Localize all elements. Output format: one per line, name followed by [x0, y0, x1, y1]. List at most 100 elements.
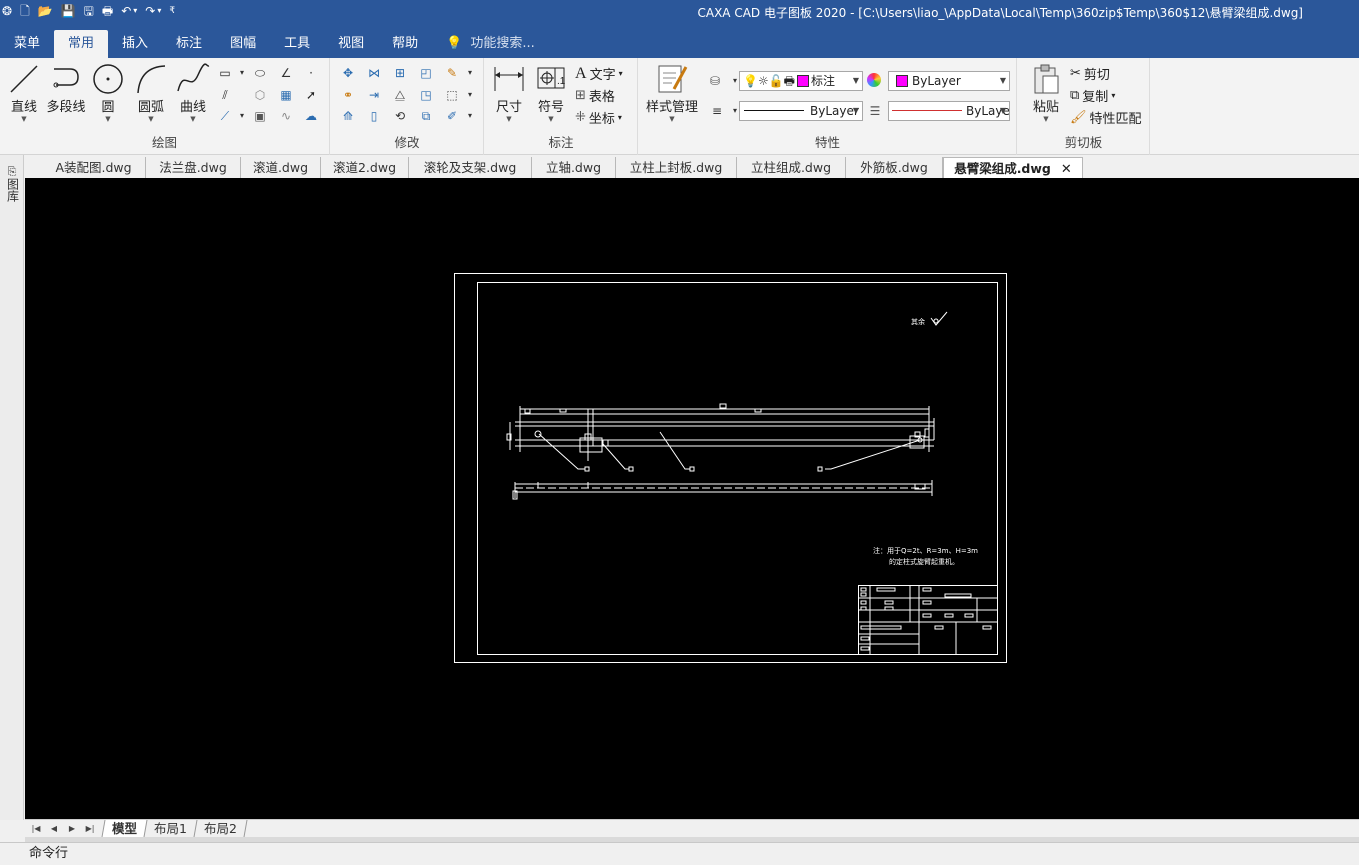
- doc-tab[interactable]: 滚道.dwg: [241, 157, 321, 178]
- chevron-down-icon: ▼: [852, 106, 859, 115]
- doc-tab[interactable]: 法兰盘.dwg: [146, 157, 241, 178]
- stretch-icon[interactable]: ▯: [366, 108, 382, 124]
- doc-tab[interactable]: 立柱上封板.dwg: [616, 157, 737, 178]
- revision-cloud-icon[interactable]: ☁: [303, 108, 319, 124]
- doc-tab[interactable]: 滚道2.dwg: [321, 157, 409, 178]
- explode-icon[interactable]: ⬚: [444, 87, 460, 103]
- layer-select[interactable]: 💡☼🔓🖶 标注 ▼: [739, 71, 863, 91]
- extend-icon[interactable]: ⇥: [366, 87, 382, 103]
- save-as-icon[interactable]: 🖫: [84, 3, 94, 19]
- function-search[interactable]: 💡 功能搜索...: [446, 30, 535, 58]
- boundary-icon[interactable]: ▣: [252, 108, 268, 124]
- customize-icon[interactable]: ₹: [169, 3, 175, 19]
- open-folder-icon[interactable]: 📂: [38, 3, 53, 19]
- centerline-icon[interactable]: ⟋: [217, 108, 233, 124]
- copy-object-icon[interactable]: ⚭: [340, 87, 356, 103]
- next-tab-icon[interactable]: ▶: [65, 824, 79, 833]
- app-logo-icon[interactable]: ❂: [2, 3, 12, 19]
- first-tab-icon[interactable]: |◀: [29, 824, 43, 833]
- print-icon[interactable]: 🖶: [102, 3, 113, 19]
- color-select[interactable]: ByLayer ▼: [888, 71, 1010, 91]
- trim-icon[interactable]: ⋈: [366, 65, 382, 81]
- spline-icon[interactable]: ∿: [278, 108, 294, 124]
- tab-sheet[interactable]: 图幅: [216, 30, 270, 58]
- arrow-icon[interactable]: ➚: [303, 87, 319, 103]
- doc-tab[interactable]: 滚轮及支架.dwg: [409, 157, 532, 178]
- cut-button[interactable]: ✂ 剪切: [1070, 64, 1110, 83]
- redo-dropdown-icon[interactable]: ▾: [157, 3, 161, 19]
- layer-manager-icon[interactable]: ⛁: [707, 73, 723, 89]
- chevron-down-icon[interactable]: ▾: [234, 65, 250, 81]
- tab-menu[interactable]: 菜单: [0, 30, 54, 58]
- tab-tools[interactable]: 工具: [270, 30, 324, 58]
- lineweight-manager-icon[interactable]: ☰: [867, 103, 883, 119]
- hatch-icon[interactable]: ▦: [278, 87, 294, 103]
- doc-tab[interactable]: A装配图.dwg: [42, 157, 146, 178]
- circle-icon: [86, 62, 130, 96]
- table-button[interactable]: ⊞ 表格: [575, 86, 615, 105]
- symbol-button[interactable]: .1 符号 ▼: [529, 62, 573, 123]
- redo-icon[interactable]: ↷: [145, 3, 155, 19]
- lineweight-select[interactable]: ByLaye ▼: [888, 101, 1010, 121]
- doc-tab[interactable]: 立柱组成.dwg: [737, 157, 846, 178]
- layout-tab-1[interactable]: 布局1: [143, 820, 197, 837]
- save-icon[interactable]: 💾: [61, 3, 76, 19]
- polyline-button[interactable]: 多段线: [44, 62, 88, 115]
- doc-tab[interactable]: 外筋板.dwg: [846, 157, 943, 178]
- curve-button[interactable]: 曲线 ▼: [171, 62, 215, 123]
- point-icon[interactable]: ·: [303, 65, 319, 81]
- close-icon[interactable]: ✕: [1061, 162, 1072, 177]
- move-icon[interactable]: ✥: [340, 65, 356, 81]
- circle-button[interactable]: 圆 ▼: [86, 62, 130, 123]
- tab-help[interactable]: 帮助: [378, 30, 432, 58]
- edit-icon[interactable]: ✐: [444, 108, 460, 124]
- function-search-placeholder: 功能搜索...: [470, 36, 535, 51]
- linetype-manager-icon[interactable]: ≡: [709, 103, 725, 119]
- array-icon[interactable]: ⊞: [392, 65, 408, 81]
- tab-insert[interactable]: 插入: [108, 30, 162, 58]
- coordinate-button[interactable]: ⁜ 坐标 ▾: [575, 108, 622, 127]
- dimension-button[interactable]: 尺寸 ▼: [487, 62, 531, 123]
- color-wheel-icon[interactable]: [867, 73, 881, 87]
- brush-icon[interactable]: ✎: [444, 65, 460, 81]
- line-button[interactable]: 直线 ▼: [2, 62, 46, 123]
- arc-button[interactable]: 圆弧 ▼: [129, 62, 173, 123]
- doc-tab[interactable]: 立轴.dwg: [532, 157, 616, 178]
- parallel-line-icon[interactable]: ⫽: [217, 87, 233, 103]
- rotate-icon[interactable]: ⟲: [392, 108, 408, 124]
- drawing-canvas[interactable]: 其余 注：用于Q=2t、R=3m、H=3m 的定柱式旋臂起重机。: [25, 178, 1359, 819]
- paste-button[interactable]: 粘贴 ▼: [1024, 62, 1068, 123]
- last-tab-icon[interactable]: ▶|: [83, 824, 97, 833]
- chamfer-icon[interactable]: ◳: [418, 87, 434, 103]
- scale-icon[interactable]: ⧉: [418, 108, 434, 124]
- ellipse-icon[interactable]: ⬭: [252, 65, 268, 81]
- match-properties-button[interactable]: 🖌 特性匹配: [1070, 108, 1142, 127]
- undo-icon[interactable]: ↶: [121, 3, 131, 19]
- library-side-panel[interactable]: ⎘ 图库: [0, 155, 24, 820]
- new-file-icon[interactable]: 🗋: [20, 3, 30, 19]
- command-line[interactable]: 命令行: [0, 842, 1359, 865]
- layout-tab-model[interactable]: 模型: [101, 820, 147, 837]
- chevron-down-icon[interactable]: ▾: [462, 87, 478, 103]
- mirror-icon[interactable]: ⧋: [392, 87, 408, 103]
- angle-line-icon[interactable]: ∠: [278, 65, 294, 81]
- linetype-select[interactable]: ByLayer ▼: [739, 101, 863, 121]
- polygon-icon[interactable]: ⬡: [252, 87, 268, 103]
- fillet-icon[interactable]: ◰: [418, 65, 434, 81]
- layout-tab-model-label: 模型: [112, 821, 138, 836]
- chevron-down-icon[interactable]: ▾: [462, 65, 478, 81]
- tab-common[interactable]: 常用: [54, 30, 109, 58]
- doc-tab-active[interactable]: 悬臂梁组成.dwg ✕: [943, 157, 1083, 178]
- prev-tab-icon[interactable]: ◀: [47, 824, 61, 833]
- offset-icon[interactable]: ⟰: [340, 108, 356, 124]
- copy-button[interactable]: ⧉ 复制 ▾: [1070, 86, 1115, 105]
- tab-annotate[interactable]: 标注: [162, 30, 216, 58]
- chevron-down-icon[interactable]: ▾: [462, 108, 478, 124]
- text-button[interactable]: A 文字 ▾: [575, 64, 623, 84]
- layout-tab-2[interactable]: 布局2: [193, 820, 248, 837]
- chevron-down-icon[interactable]: ▾: [234, 108, 250, 124]
- undo-dropdown-icon[interactable]: ▾: [133, 3, 137, 19]
- tab-view[interactable]: 视图: [324, 30, 378, 58]
- style-manager-button[interactable]: 样式管理 ▼: [645, 62, 699, 123]
- rectangle-icon[interactable]: ▭: [217, 65, 233, 81]
